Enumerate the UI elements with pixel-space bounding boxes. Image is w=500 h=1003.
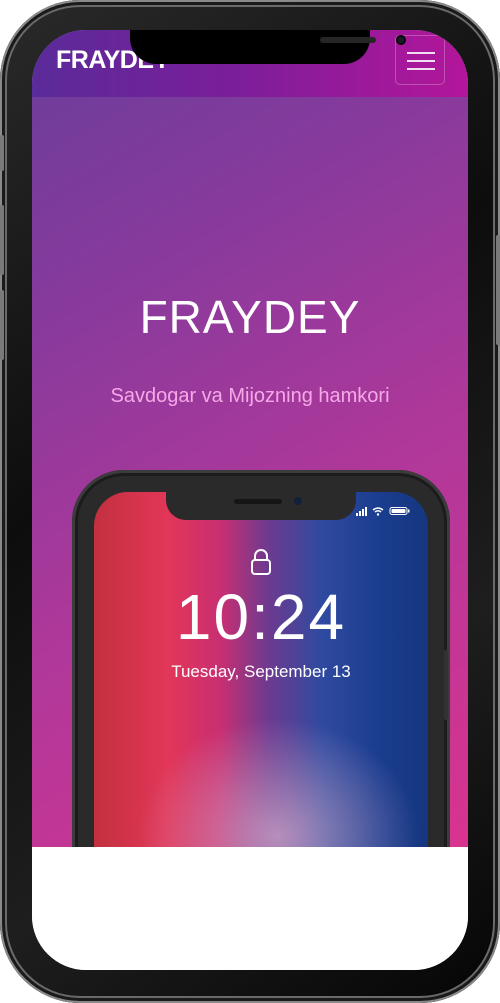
mockup-camera — [294, 497, 302, 505]
power-button — [496, 235, 500, 345]
content-section — [32, 847, 468, 970]
status-bar-icons — [356, 506, 412, 519]
silent-switch — [0, 135, 4, 171]
mockup-speaker — [234, 499, 282, 504]
front-camera — [396, 35, 406, 45]
battery-icon — [389, 507, 410, 515]
device-notch — [130, 30, 406, 64]
hamburger-icon-line — [407, 60, 435, 62]
lockscreen-date: Tuesday, September 13 — [171, 662, 351, 681]
lock-icon — [250, 548, 272, 580]
wifi-icon — [372, 507, 384, 516]
hamburger-icon-line — [407, 68, 435, 70]
device-speaker — [320, 37, 376, 43]
volume-up-button — [0, 205, 4, 275]
phone-mockup: 10:24 Tuesday, September 13 — [72, 470, 450, 912]
hero-subtitle: Savdogar va Mijozning hamkori — [110, 385, 390, 407]
hero-section: FRAYDEY FRAYDEY Savdogar va Mijozning ha… — [32, 30, 468, 912]
hamburger-icon — [407, 52, 435, 54]
mockup-notch — [166, 492, 356, 520]
mockup-side-button — [444, 650, 448, 720]
hero-title: FRAYDEY — [139, 291, 361, 343]
volume-down-button — [0, 290, 4, 360]
signal-icon — [356, 507, 367, 516]
lockscreen-time: 10:24 — [175, 581, 347, 653]
device-frame: FRAYDEY FRAYDEY Savdogar va Mijozning ha… — [0, 0, 500, 1003]
device-screen: FRAYDEY FRAYDEY Savdogar va Mijozning ha… — [32, 30, 468, 970]
